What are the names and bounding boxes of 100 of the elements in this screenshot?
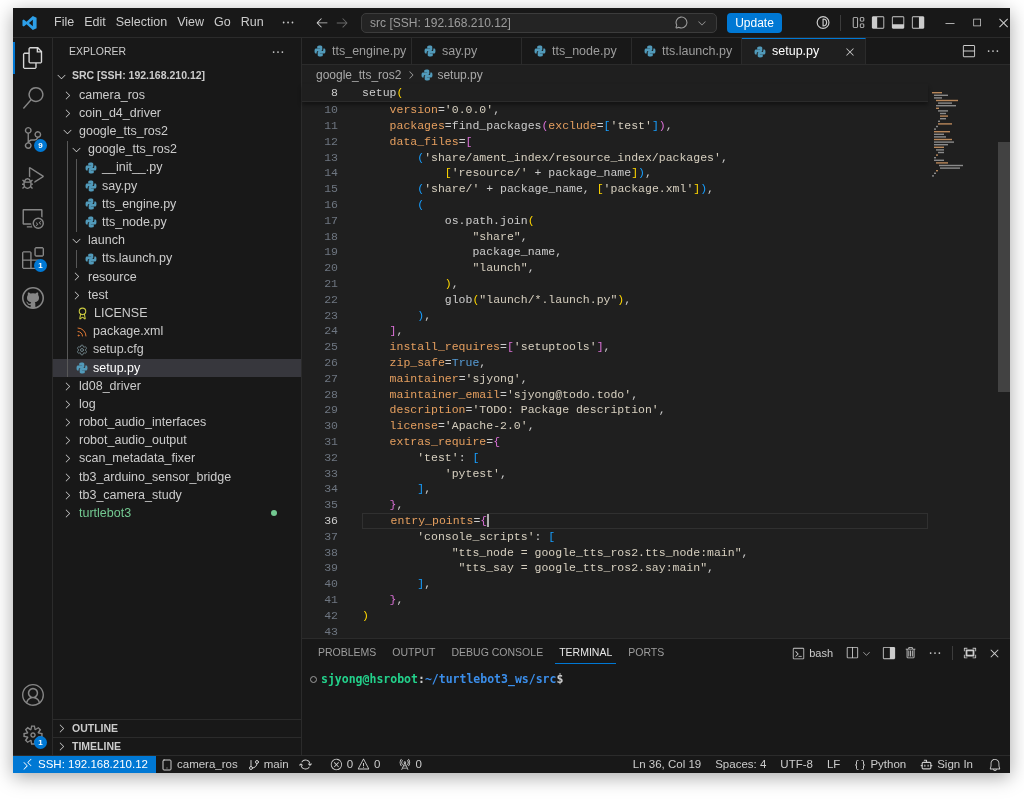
menu-item[interactable]: View [172,13,210,32]
command-center-field[interactable]: src [SSH: 192.168.210.12] [361,12,718,33]
menu-item[interactable]: Edit [79,13,111,32]
tree-entry[interactable]: say.py [53,176,301,196]
panel-tab[interactable]: PORTS [624,642,669,664]
menu-item[interactable]: Go [209,13,236,32]
editor-tab[interactable]: setup.py [742,38,866,64]
editor-tab[interactable]: say.py [412,38,522,64]
tree-folder[interactable]: ld08_driver [53,377,301,396]
chat-icon[interactable] [675,16,689,29]
code-line: }, [388,497,404,514]
tree-folder[interactable]: test [53,286,301,305]
panel-tab[interactable]: PROBLEMS [314,642,381,664]
line-number: 39 [323,560,338,577]
tree-folder[interactable]: coin_d4_driver [53,104,301,123]
status-item[interactable]: UTF-8 [773,756,820,773]
line-number: 40 [323,576,338,593]
ports-item[interactable]: 0 [393,756,427,773]
scrollbar-thumb[interactable] [998,142,1010,392]
breadcrumb-item[interactable]: google_tts_ros2 [316,65,402,84]
tree-entry[interactable]: tts_node.py [53,213,301,232]
branch-item[interactable]: main [242,756,294,773]
tree-folder[interactable]: google_tts_ros2 [53,140,301,159]
extensions-icon[interactable] [22,247,44,269]
tree-folder[interactable]: resource [53,267,301,287]
source-control-icon[interactable] [22,127,44,149]
remote-explorer-icon[interactable] [22,207,44,229]
tree-folder[interactable]: tb3_camera_study [53,486,301,505]
account-icon[interactable] [22,684,44,706]
split-editor-icon[interactable] [961,43,976,59]
files-icon[interactable] [22,47,44,69]
item-label: log [79,395,96,413]
panel-tab[interactable]: OUTPUT [388,642,440,664]
remote-indicator[interactable]: SSH: 192.168.210.12 [13,756,156,773]
tree-entry[interactable]: package.xml [53,322,301,341]
notifications-icon[interactable] [988,757,1002,772]
sidebar-right-icon[interactable] [911,15,926,30]
tree-entry[interactable]: LICENSE [53,304,301,323]
workspace-root[interactable]: SRC [SSH: 192.168.210.12] [72,68,206,84]
tree-entry[interactable]: setup.py [53,358,301,377]
github-icon[interactable] [22,287,44,309]
tree-entry[interactable]: tts.launch.py [53,249,301,268]
line-number: 14 [323,165,338,182]
line-number: 22 [323,291,338,308]
tree-folder[interactable]: robot_audio_interfaces [53,413,301,432]
split-icon[interactable] [882,646,896,660]
code-line: 'test': [ [416,449,480,466]
tree-folder[interactable]: log [53,395,301,414]
sign-in-item[interactable]: Sign In [913,756,980,773]
status-item[interactable]: Spaces: 4 [708,756,774,773]
tree-entry[interactable]: __init__.py [53,158,301,177]
code-line: os.path.join( [443,212,535,229]
back-arrow-icon[interactable] [314,15,329,30]
item-label: robot_audio_output [79,432,187,450]
update-button[interactable]: Update [727,12,782,33]
split-terminal-icon[interactable] [845,646,859,660]
breadcrumb-item[interactable]: setup.py [437,65,483,84]
tree-entry[interactable]: setup.cfg [53,340,301,359]
code-line: license='Apache-2.0', [388,418,535,435]
panel-layout-icon[interactable] [891,15,906,30]
workspace-item[interactable]: camera_ros [156,756,243,773]
tree-entry[interactable]: tts_engine.py [53,195,301,214]
item-label: coin_d4_driver [79,104,161,122]
editor-tab[interactable]: tts_engine.py [302,38,412,64]
panel-tab[interactable]: TERMINAL [555,642,617,664]
menu-item[interactable]: Selection [110,13,173,32]
panel-tab[interactable]: DEBUG CONSOLE [447,642,548,664]
tree-folder[interactable]: tb3_arduino_sensor_bridge [53,467,301,487]
status-item[interactable]: Ln 36, Col 19 [625,756,709,773]
menu-item[interactable]: Run [235,13,269,32]
tree-folder[interactable]: robot_audio_output [53,431,301,450]
layout-icon[interactable] [850,15,865,30]
search-icon[interactable] [22,87,44,109]
trash-icon[interactable] [904,646,918,660]
terminal-selector[interactable]: bash [792,644,833,662]
tree-folder[interactable]: turtlebot3 [53,504,301,523]
item-label: LICENSE [94,304,148,322]
editor-tab[interactable]: tts_node.py [522,38,632,64]
code-line: ('share/' + package_name, ['package.xml']), [416,181,714,198]
contrast-icon[interactable] [815,15,830,30]
sidebar-left-icon[interactable] [871,15,886,30]
code-line: ['resource/' + package_name]), [443,165,652,182]
tree-folder[interactable]: launch [53,231,301,250]
sync-icon[interactable] [298,758,312,771]
problems-item[interactable]: 0 0 [324,756,386,773]
tree-folder[interactable]: google_tts_ros2 [53,122,301,141]
section-header[interactable]: OUTLINE [53,719,301,737]
maximize-icon[interactable] [970,16,983,29]
status-item[interactable]: LF [819,756,848,773]
maximize-panel-icon[interactable] [963,646,977,660]
menu-item[interactable]: File [49,13,80,32]
item-label: camera_ros [79,86,145,104]
tree-folder[interactable]: scan_metadata_fixer [53,449,301,468]
code-line: 'console_scripts': [ [416,528,556,545]
language-mode[interactable]: Python [847,756,914,773]
item-label: google_tts_ros2 [88,141,177,159]
item-label: google_tts_ros2 [79,123,168,141]
run-debug-icon[interactable] [22,167,44,189]
terminal-prompt: sjyong@hsrobot:~/turtlebot3_ws/src$ [321,671,564,689]
tree-folder[interactable]: camera_ros [53,86,301,105]
